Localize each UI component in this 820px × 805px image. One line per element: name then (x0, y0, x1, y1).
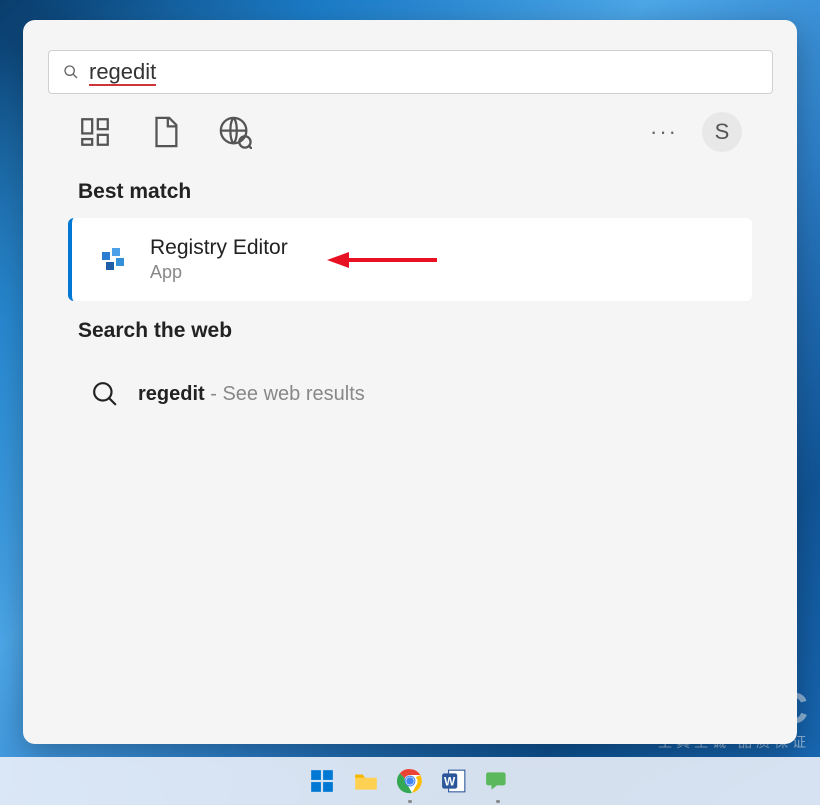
web-suffix-text: - See web results (205, 383, 365, 405)
search-box[interactable]: regedit (48, 50, 773, 94)
svg-text:W: W (444, 774, 456, 788)
word-button[interactable]: W (440, 767, 468, 795)
start-search-panel: regedit ··· S Best match (23, 20, 797, 744)
search-icon (63, 64, 79, 80)
filter-bar: ··· S (48, 94, 772, 162)
registry-editor-icon (96, 242, 132, 278)
file-explorer-button[interactable] (352, 767, 380, 795)
taskbar: W (0, 757, 820, 805)
best-match-header: Best match (48, 162, 772, 218)
web-filter-icon[interactable] (218, 115, 252, 149)
start-button[interactable] (308, 767, 336, 795)
result-title: Registry Editor (150, 236, 288, 260)
document-filter-icon[interactable] (148, 115, 182, 149)
web-search-result[interactable]: regedit - See web results (68, 367, 752, 421)
chrome-button[interactable] (396, 767, 424, 795)
chat-button[interactable] (484, 767, 512, 795)
best-match-result[interactable]: Registry Editor App (68, 218, 752, 301)
search-input[interactable]: regedit (89, 59, 156, 84)
search-web-header: Search the web (48, 301, 772, 357)
user-avatar[interactable]: S (702, 112, 742, 152)
result-subtitle: App (150, 262, 288, 283)
more-options-button[interactable]: ··· (650, 119, 678, 145)
spellcheck-underline (89, 84, 156, 86)
apps-filter-icon[interactable] (78, 115, 112, 149)
annotation-arrow (327, 250, 437, 270)
search-icon (92, 381, 118, 407)
web-query-text: regedit (138, 383, 205, 405)
